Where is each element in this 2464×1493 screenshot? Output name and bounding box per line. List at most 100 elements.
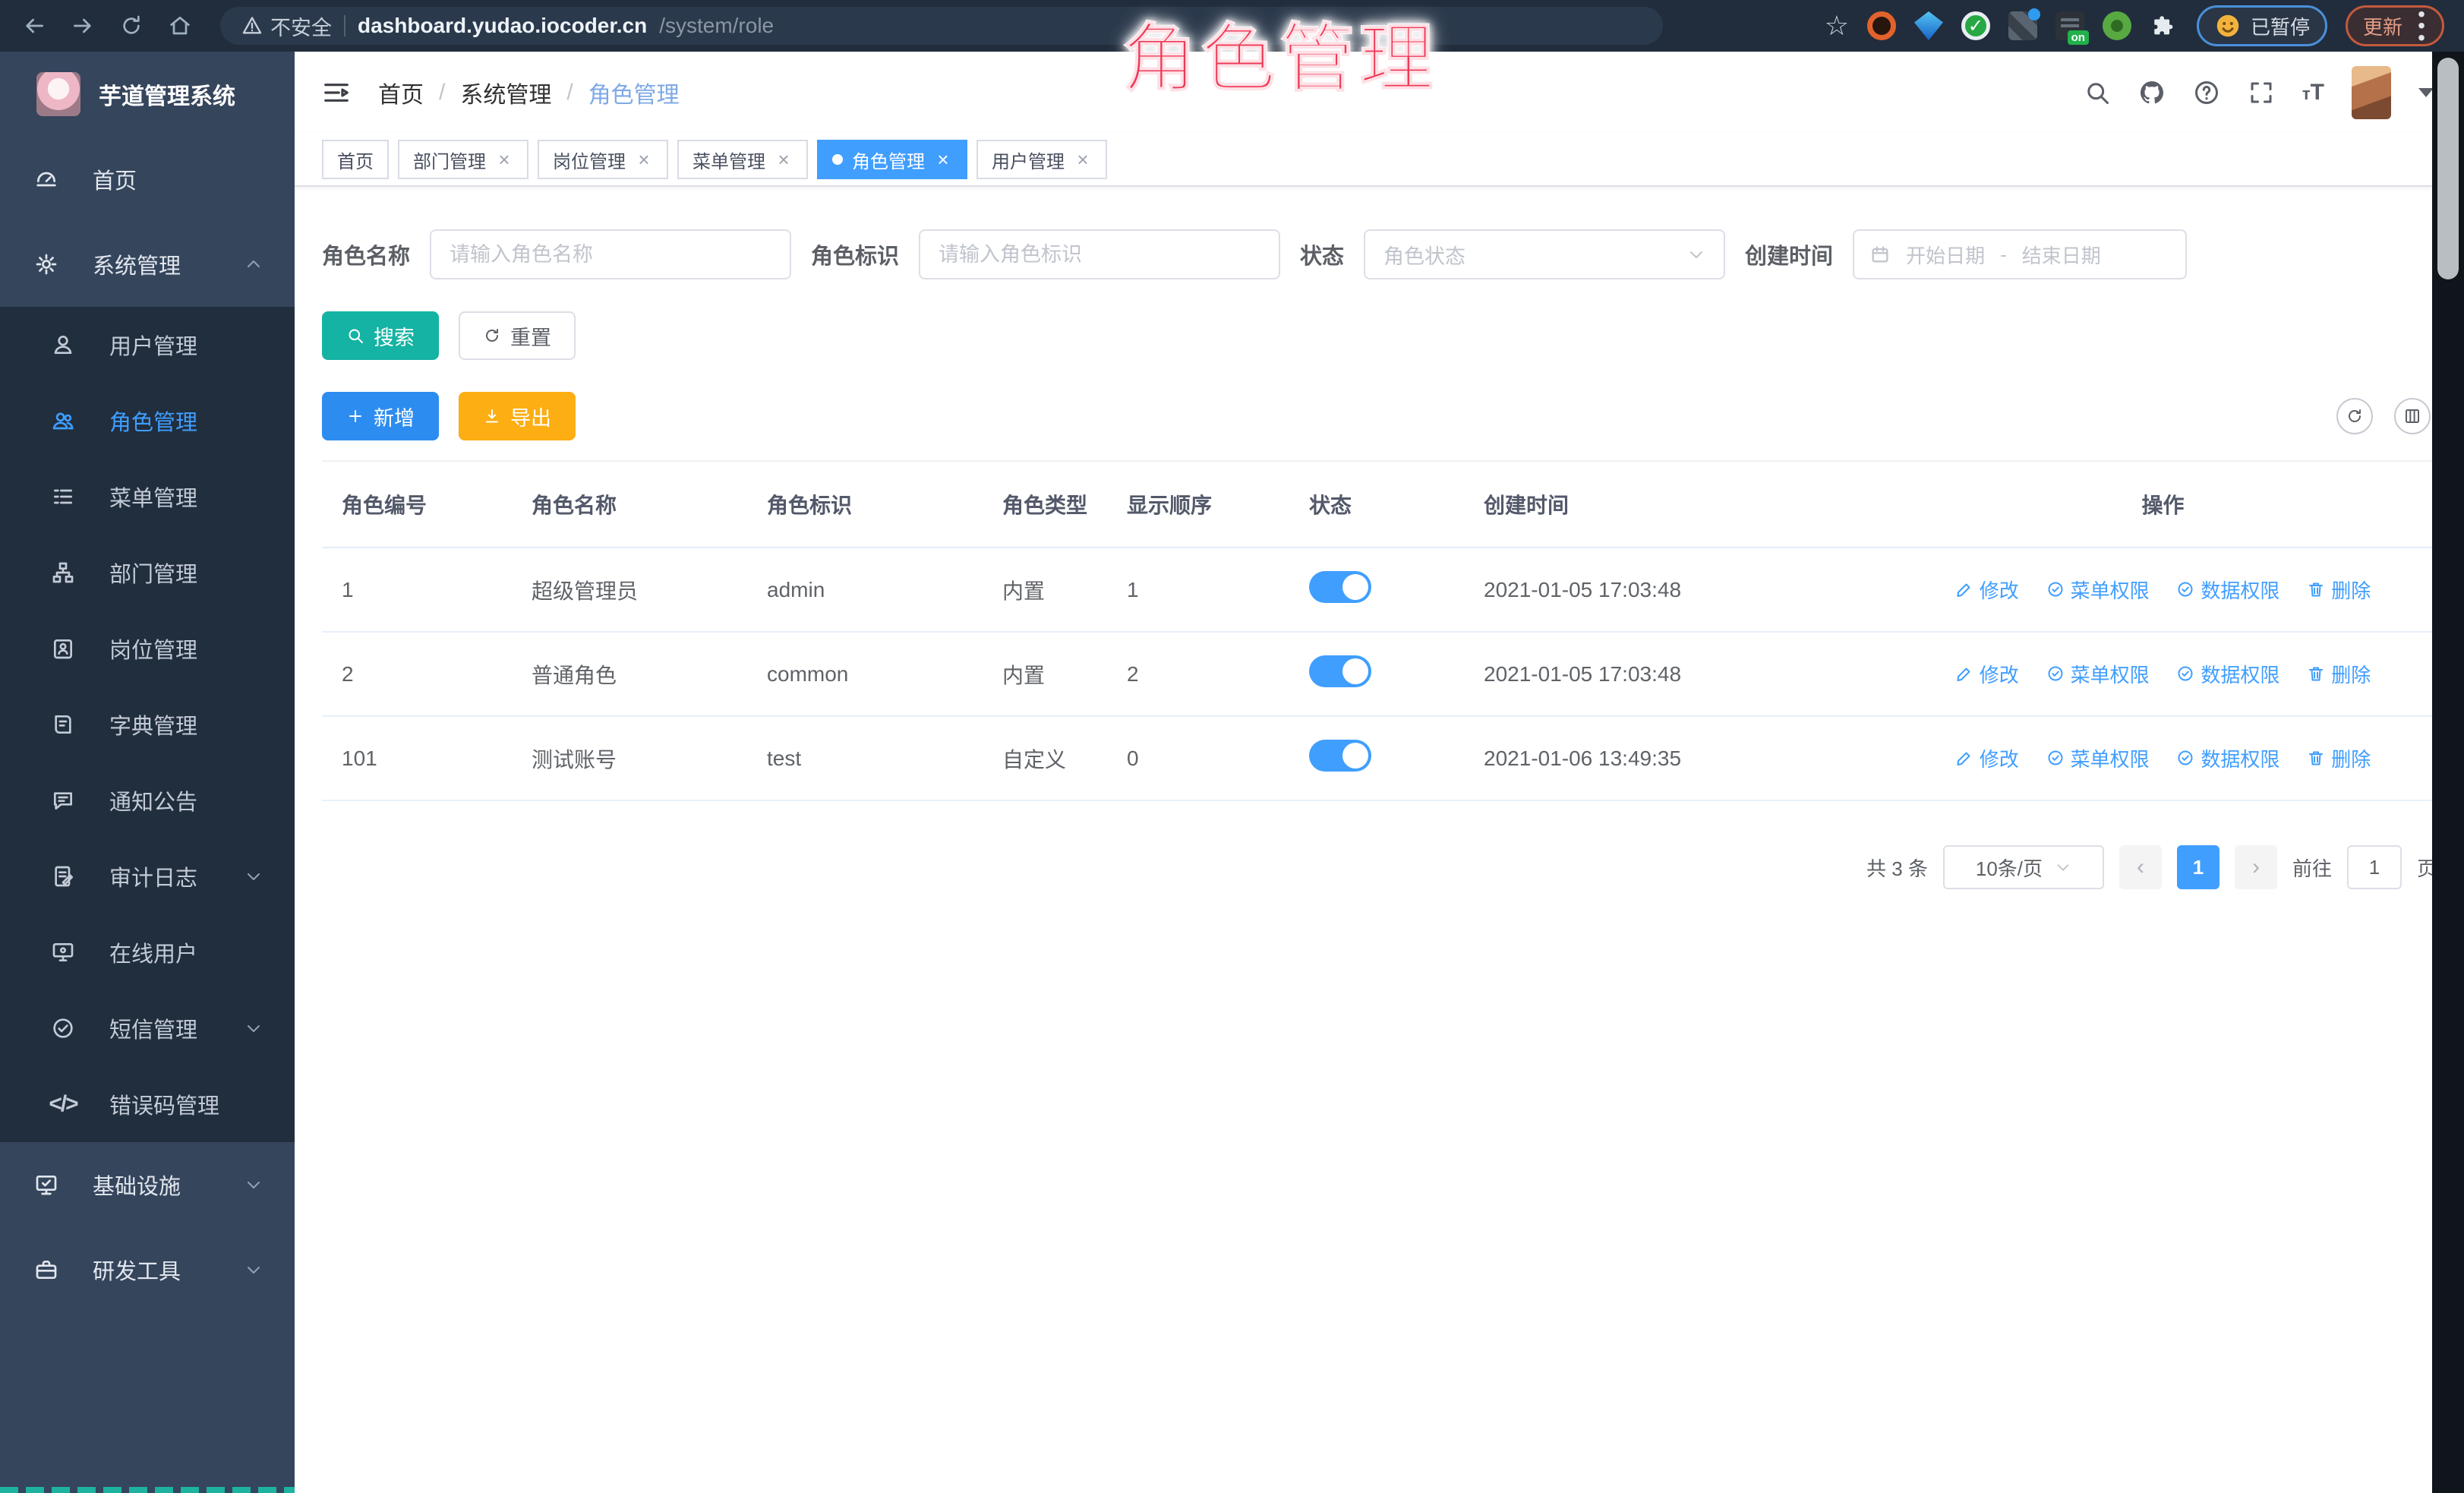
close-icon[interactable]: × <box>934 148 952 172</box>
add-button[interactable]: 新增 <box>322 392 439 440</box>
edit-icon <box>1955 580 1973 598</box>
extension-icon-6[interactable] <box>2103 11 2131 40</box>
delete-link[interactable]: 删除 <box>2307 660 2371 688</box>
sidebar-item-system[interactable]: 系统管理 <box>0 222 295 307</box>
app-logo[interactable]: 芋道管理系统 <box>0 52 295 137</box>
sidebar-item-home[interactable]: 首页 <box>0 137 295 222</box>
page-scrollbar[interactable] <box>2432 52 2464 1493</box>
tab-roles[interactable]: 角色管理× <box>817 140 967 179</box>
extension-icon-1[interactable] <box>1867 11 1896 40</box>
sidebar-bottom-progress-strip <box>0 1487 295 1493</box>
search-button[interactable]: 搜索 <box>322 311 439 360</box>
close-icon[interactable]: × <box>1074 148 1092 172</box>
github-icon[interactable] <box>2138 79 2166 106</box>
browser-reload-button[interactable] <box>111 5 152 46</box>
goto-page-input[interactable] <box>2347 845 2402 889</box>
tab-posts[interactable]: 岗位管理× <box>538 140 668 179</box>
page-size-select[interactable]: 10条/页 <box>1943 845 2104 889</box>
extension-icon-3[interactable]: ✓ <box>1961 11 1990 40</box>
font-size-icon[interactable]: тT <box>2302 80 2324 106</box>
fullscreen-icon[interactable] <box>2248 79 2275 106</box>
sidebar-item-audit-log[interactable]: 审计日志 <box>0 838 295 914</box>
browser-back-button[interactable] <box>14 5 55 46</box>
sidebar-item-error-codes[interactable]: </> 错误码管理 <box>0 1066 295 1142</box>
page-number-1[interactable]: 1 <box>2177 845 2219 889</box>
cell-role-name: 超级管理员 <box>512 548 747 632</box>
org-tree-icon <box>50 560 76 586</box>
data-permission-link[interactable]: 数据权限 <box>2176 744 2279 772</box>
menu-permission-link[interactable]: 菜单权限 <box>2046 744 2150 772</box>
browser-update-pill[interactable]: 更新 ••• <box>2346 5 2444 46</box>
roles-table: 角色编号 角色名称 角色标识 角色类型 显示顺序 状态 创建时间 操作 1 超级… <box>322 460 2437 801</box>
tab-users[interactable]: 用户管理× <box>976 140 1107 179</box>
sidebar-item-dev-tools[interactable]: 研发工具 <box>0 1227 295 1312</box>
status-toggle[interactable] <box>1309 655 1371 687</box>
badge-icon <box>50 636 76 661</box>
status-toggle[interactable] <box>1309 571 1371 603</box>
chevron-up-icon <box>245 255 263 273</box>
edit-link[interactable]: 修改 <box>1955 576 2019 604</box>
data-permission-link[interactable]: 数据权限 <box>2176 576 2279 604</box>
toggle-columns-button[interactable] <box>2394 398 2431 434</box>
breadcrumb-home[interactable]: 首页 <box>378 76 424 109</box>
sidebar-item-roles[interactable]: 角色管理 <box>0 383 295 459</box>
code-icon: </> <box>50 1091 76 1117</box>
bookmark-star-icon[interactable]: ☆ <box>1825 12 1849 39</box>
user-avatar[interactable] <box>2352 66 2391 119</box>
next-page-button[interactable]: › <box>2235 845 2277 889</box>
scrollbar-thumb[interactable] <box>2437 58 2459 279</box>
status-toggle[interactable] <box>1309 740 1371 772</box>
extension-icon-5[interactable]: on <box>2055 11 2084 40</box>
sidebar-item-online-users[interactable]: 在线用户 <box>0 914 295 990</box>
sidebar-toggle-icon[interactable] <box>322 78 351 107</box>
sidebar-item-menus[interactable]: 菜单管理 <box>0 459 295 535</box>
help-icon[interactable] <box>2193 79 2220 106</box>
menu-permission-link[interactable]: 菜单权限 <box>2046 576 2150 604</box>
role-key-input[interactable] <box>919 229 1280 279</box>
prev-page-button[interactable]: ‹ <box>2119 845 2162 889</box>
search-icon[interactable] <box>2084 79 2111 106</box>
browser-menu-icon[interactable]: ••• <box>2416 8 2427 43</box>
menu-permission-link[interactable]: 菜单权限 <box>2046 660 2150 688</box>
plus-icon <box>346 407 364 425</box>
sidebar-item-sms[interactable]: 短信管理 <box>0 990 295 1066</box>
edit-link[interactable]: 修改 <box>1955 744 2019 772</box>
edit-link[interactable]: 修改 <box>1955 660 2019 688</box>
chevron-down-icon <box>245 1261 263 1279</box>
sidebar-item-dict[interactable]: 字典管理 <box>0 687 295 762</box>
tab-departments[interactable]: 部门管理× <box>398 140 528 179</box>
browser-forward-button[interactable] <box>62 5 103 46</box>
not-secure-warning[interactable]: 不安全 <box>241 11 332 41</box>
profile-paused-pill[interactable]: 已暂停 <box>2197 5 2327 46</box>
reset-button[interactable]: 重置 <box>459 311 576 360</box>
data-permission-link[interactable]: 数据权限 <box>2176 660 2279 688</box>
check-circle-icon <box>2176 664 2194 683</box>
export-button[interactable]: 导出 <box>459 392 576 440</box>
sidebar-item-departments[interactable]: 部门管理 <box>0 535 295 611</box>
tab-menus[interactable]: 菜单管理× <box>677 140 808 179</box>
breadcrumb-system[interactable]: 系统管理 <box>460 76 551 109</box>
extension-icon-4[interactable] <box>2008 11 2037 40</box>
search-icon <box>346 327 364 345</box>
refresh-table-button[interactable] <box>2336 398 2373 434</box>
delete-link[interactable]: 删除 <box>2307 744 2371 772</box>
tab-home[interactable]: 首页 <box>322 140 389 179</box>
sidebar-item-notice[interactable]: 通知公告 <box>0 762 295 838</box>
close-icon[interactable]: × <box>635 148 653 172</box>
close-icon[interactable]: × <box>495 148 513 172</box>
role-name-input[interactable] <box>430 229 791 279</box>
extension-icon-2[interactable] <box>1914 11 1943 40</box>
close-icon[interactable]: × <box>775 148 793 172</box>
address-bar[interactable]: 不安全 dashboard.yudao.iocoder.cn /system/r… <box>220 7 1663 45</box>
sidebar-item-posts[interactable]: 岗位管理 <box>0 611 295 687</box>
status-select[interactable]: 角色状态 <box>1364 229 1725 279</box>
caret-down-icon[interactable] <box>2418 88 2434 97</box>
extensions-puzzle-icon[interactable] <box>2150 11 2178 40</box>
sidebar-item-label: 错误码管理 <box>109 1088 219 1120</box>
sidebar-item-infrastructure[interactable]: 基础设施 <box>0 1142 295 1227</box>
sidebar-item-users[interactable]: 用户管理 <box>0 307 295 383</box>
delete-link[interactable]: 删除 <box>2307 576 2371 604</box>
date-range-picker[interactable]: 开始日期 - 结束日期 <box>1853 229 2187 279</box>
sidebar-item-label: 岗位管理 <box>109 633 197 664</box>
browser-home-button[interactable] <box>159 5 200 46</box>
